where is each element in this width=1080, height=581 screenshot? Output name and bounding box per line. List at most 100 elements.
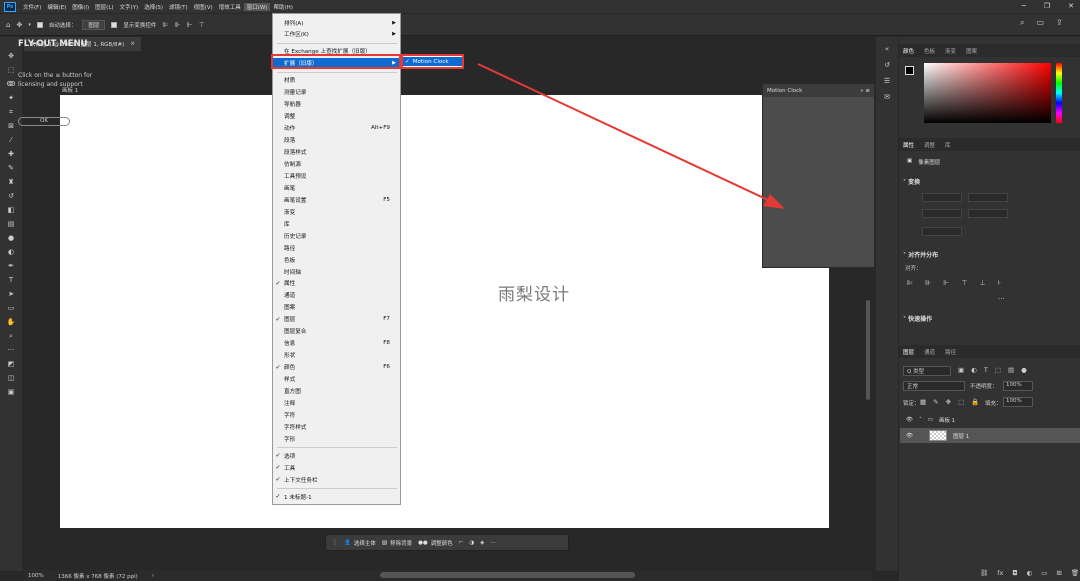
dodge-icon[interactable]: ◐ (5, 247, 17, 258)
window-menu-item[interactable]: 直方图 (273, 386, 400, 397)
filter-adjust-icon[interactable]: ◐ (971, 366, 977, 374)
window-menu-item[interactable]: 画笔设置 F5 (273, 194, 400, 205)
home-icon[interactable]: ⌂ (6, 21, 10, 29)
new-layer-icon[interactable]: ⊞ (1056, 569, 1061, 577)
visibility-eye-icon[interactable]: 👁 (906, 417, 913, 423)
align-bottom-edges-icon[interactable]: ⊦ (998, 279, 1002, 287)
auto-select-dropdown[interactable]: 图层 (82, 19, 106, 30)
color-swatch-icon[interactable]: ◩ (5, 359, 17, 370)
window-menu-item[interactable]: ✓ 属性 (273, 278, 400, 289)
status-arrow-icon[interactable]: › (152, 573, 154, 579)
more-tools-icon[interactable]: ··· (5, 345, 17, 356)
menu-edit[interactable]: 编辑(E) (44, 3, 69, 11)
window-menu-item[interactable]: 工具预设 (273, 170, 400, 181)
workspace-icon[interactable]: ▭ (1036, 18, 1044, 28)
window-menu-item[interactable]: 动作 Alt+F9 (273, 123, 400, 134)
more-align-icon[interactable]: ··· (998, 295, 1005, 303)
remove-background-button[interactable]: ▨ 移除背景 (382, 539, 412, 547)
window-menu-item[interactable]: 色板 (273, 254, 400, 265)
panel-menu-icon[interactable]: » ≡ (860, 88, 870, 94)
tab-adjustments[interactable]: 调整 (924, 141, 935, 149)
window-menu-item[interactable]: 测量记录 (273, 87, 400, 98)
menu-type[interactable]: 文字(Y) (117, 3, 142, 11)
mask-icon[interactable]: ◑ (469, 540, 474, 546)
minimize-icon[interactable]: ─ (1022, 2, 1026, 10)
align-v-centers-icon[interactable]: ⊥ (979, 279, 985, 287)
move-icon[interactable]: ✥ (5, 51, 17, 62)
menu-layer[interactable]: 图层(L) (92, 3, 116, 11)
layer-row-layer1[interactable]: 👁 图层 1 (900, 428, 1080, 443)
window-menu-item[interactable]: 库 (273, 218, 400, 229)
ok-button[interactable]: OK (18, 117, 70, 126)
align-left-edges-icon[interactable]: ⊫ (907, 279, 913, 287)
fill-field[interactable]: 100% (1003, 397, 1033, 407)
window-menu-item[interactable]: 历史记录 (273, 230, 400, 241)
tab-gradients[interactable]: 渐变 (945, 47, 956, 55)
window-menu-item[interactable]: 信息 F8 (273, 338, 400, 349)
vertical-scrollbar[interactable] (866, 300, 870, 400)
hand-icon[interactable]: ✋ (5, 317, 17, 328)
window-menu-item[interactable]: 时间轴 (273, 266, 400, 277)
tab-swatches[interactable]: 色板 (924, 47, 935, 55)
search-icon[interactable]: ⌕ (1020, 18, 1024, 28)
layer-row-artboard[interactable]: 👁 ˅ ▭ 画板 1 (900, 412, 1080, 427)
hue-slider[interactable] (1056, 63, 1062, 123)
pen-icon[interactable]: ✒ (5, 261, 17, 272)
color-picker-field[interactable] (924, 63, 1051, 123)
group-icon[interactable]: ▭ (1041, 569, 1047, 577)
menu-file[interactable]: 文件(F) (20, 3, 44, 11)
window-menu-item[interactable]: 画笔 (273, 182, 400, 193)
window-menu-item[interactable]: 形状 (273, 350, 400, 361)
crop-icon[interactable]: ⌗ (5, 107, 17, 118)
link-icon[interactable]: ⛓ (980, 569, 988, 577)
angle-field[interactable] (922, 227, 962, 236)
window-menu-item[interactable]: 段落 (273, 135, 400, 146)
history-panel-icon[interactable]: ↺ (884, 61, 890, 69)
artboard[interactable] (60, 95, 829, 528)
brush-icon[interactable]: ✎ (5, 163, 17, 174)
filter-toggle-icon[interactable]: ● (1021, 366, 1027, 374)
drag-handle-icon[interactable]: ⋮ (332, 539, 338, 546)
zoom-level[interactable]: 100% (28, 573, 44, 579)
lock-paint-icon[interactable]: ✎ (933, 398, 938, 406)
align-center-icon[interactable]: ⊪ (175, 21, 181, 29)
marquee-icon[interactable]: ⬚ (5, 65, 17, 76)
healing-icon[interactable]: ✚ (5, 149, 17, 160)
window-menu-item[interactable]: ✓ 上下文任务栏 (273, 474, 400, 485)
tab-patterns[interactable]: 图案 (966, 47, 977, 55)
filter-pixel-icon[interactable]: ▣ (958, 366, 964, 374)
align-left-icon[interactable]: ⊫ (162, 21, 168, 29)
window-menu-item[interactable]: 段落样式 (273, 147, 400, 158)
align-section[interactable]: ˅ 对齐并分布 (903, 250, 938, 259)
window-menu-item[interactable]: 导航器 (273, 99, 400, 110)
quick-mask-icon[interactable]: ◫ (5, 373, 17, 384)
adjust-color-button[interactable]: ●● 调整颜色 (418, 539, 453, 547)
align-top-icon[interactable]: ⊤ (199, 21, 205, 29)
auto-select-checkbox[interactable] (36, 21, 43, 28)
menu-plugins[interactable]: 增效工具 (216, 3, 244, 11)
transform-section[interactable]: ˅ 变换 (903, 177, 920, 186)
window-menu-item[interactable]: ✓ 选项 (273, 450, 400, 461)
blend-mode-dropdown[interactable]: 正常 (903, 381, 965, 391)
more-options-icon[interactable]: ··· (490, 540, 495, 546)
type-icon[interactable]: T (5, 275, 17, 286)
align-top-edges-icon[interactable]: ⊤ (961, 279, 967, 287)
window-menu-item[interactable]: ✓ 颜色 F6 (273, 362, 400, 373)
horizontal-scrollbar[interactable] (380, 572, 635, 578)
tab-libraries[interactable]: 库 (945, 141, 951, 149)
lock-pixels-icon[interactable]: ▦ (920, 398, 926, 406)
y-field[interactable] (968, 209, 1008, 218)
eraser-icon[interactable]: ◧ (5, 205, 17, 216)
align-h-centers-icon[interactable]: ⊪ (925, 279, 931, 287)
chevron-down-icon[interactable]: ˅ (919, 417, 922, 423)
show-transform-checkbox[interactable] (111, 21, 118, 28)
menu-help[interactable]: 帮助(H) (270, 3, 295, 11)
comments-panel-icon[interactable]: ✉ (884, 93, 890, 101)
tab-layers[interactable]: 图层 (903, 348, 914, 356)
history-brush-icon[interactable]: ↺ (5, 191, 17, 202)
window-menu-item[interactable]: 图案 (273, 302, 400, 313)
menu-window[interactable]: 窗口(W) (243, 2, 271, 11)
foreground-color-swatch[interactable] (905, 66, 914, 75)
x-field[interactable] (968, 193, 1008, 202)
visibility-eye-icon[interactable]: 👁 (906, 433, 913, 439)
